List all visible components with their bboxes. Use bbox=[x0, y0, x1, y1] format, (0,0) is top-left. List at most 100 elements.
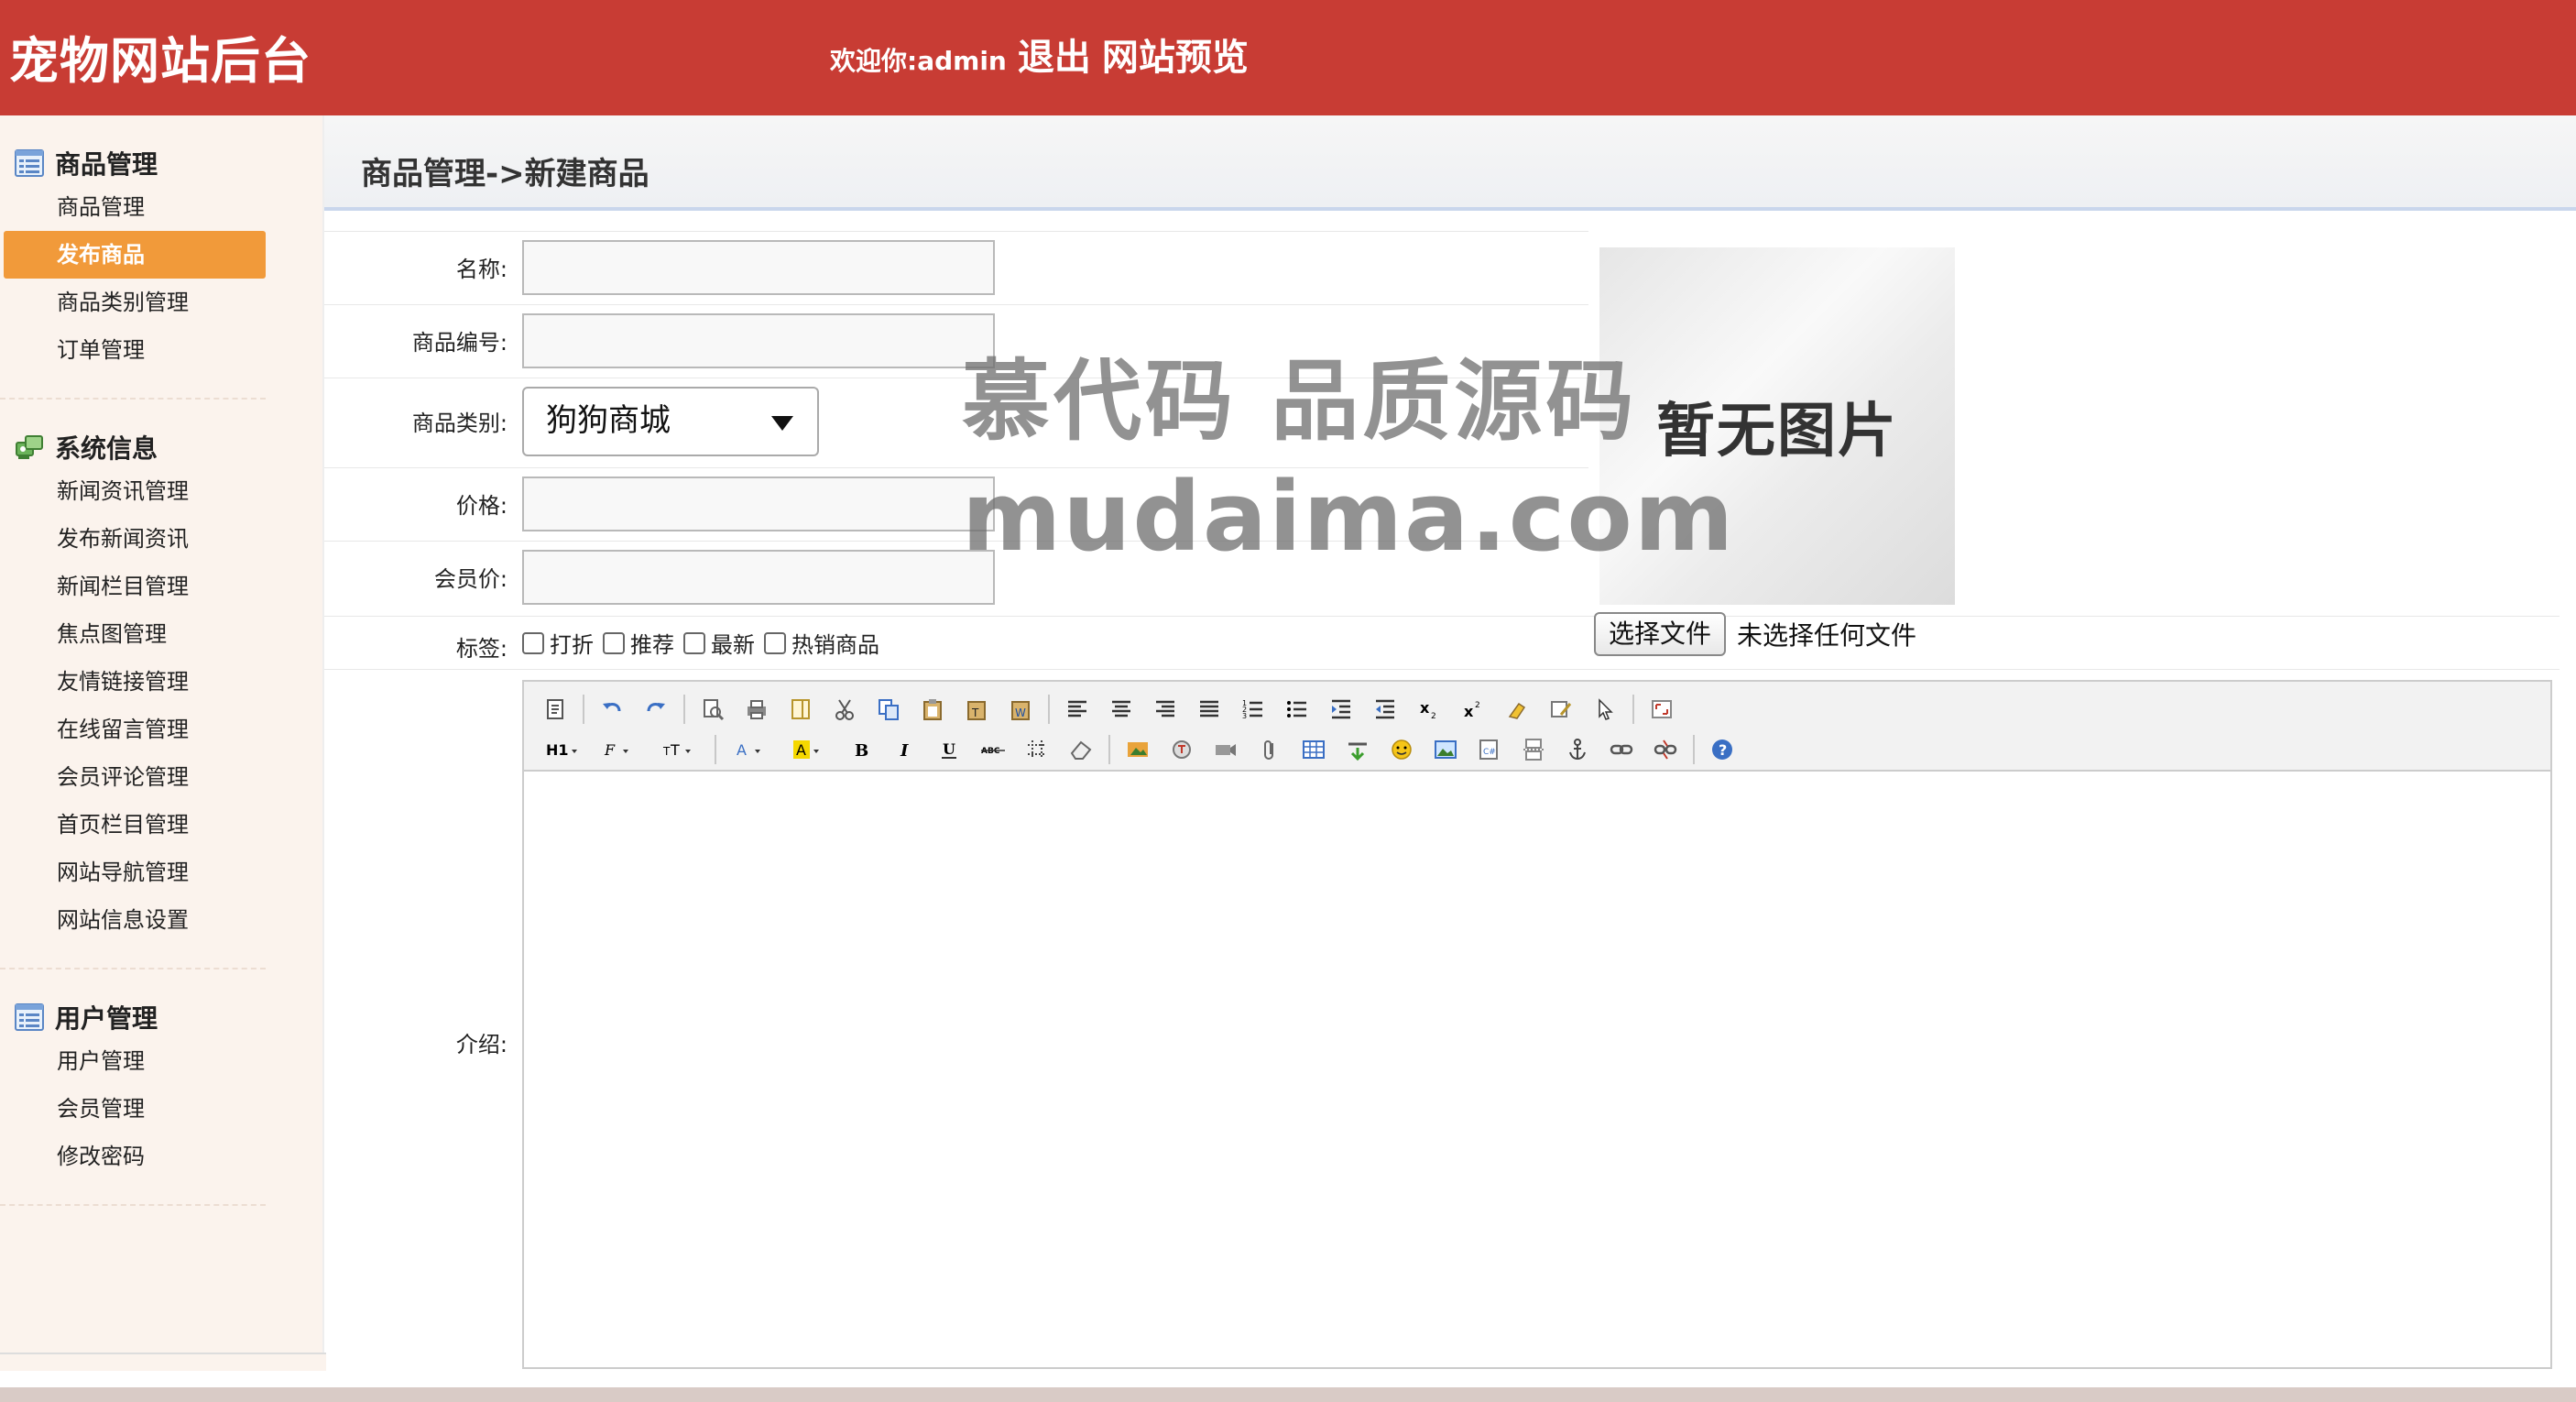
highlight-color-icon[interactable]: A bbox=[784, 732, 835, 767]
price-input[interactable] bbox=[522, 476, 995, 531]
attachment-icon[interactable] bbox=[1251, 732, 1288, 767]
sidebar-item-user-manage[interactable]: 用户管理 bbox=[0, 1037, 266, 1085]
superscript-icon[interactable]: x2 bbox=[1455, 692, 1491, 727]
category-selected-value: 狗狗商城 bbox=[546, 402, 671, 439]
sidebar-item-news-columns[interactable]: 新闻栏目管理 bbox=[0, 563, 266, 610]
format-painter-icon[interactable] bbox=[1543, 692, 1579, 727]
logout-link[interactable]: 退出 bbox=[1018, 27, 1091, 81]
product-code-input[interactable] bbox=[522, 313, 995, 368]
paste-text-icon[interactable]: T bbox=[958, 692, 995, 727]
tag-checkbox-discount[interactable] bbox=[522, 631, 544, 654]
sidebar-item-site-nav[interactable]: 网站导航管理 bbox=[0, 849, 266, 896]
menu-group-goods: 商品管理 商品管理 发布商品 商品类别管理 订单管理 bbox=[0, 115, 266, 400]
paste-word-icon[interactable]: W bbox=[1002, 692, 1039, 727]
category-select[interactable]: 狗狗商城 bbox=[522, 387, 819, 456]
paste-icon[interactable] bbox=[914, 692, 951, 727]
svg-text:ABC: ABC bbox=[981, 747, 1000, 756]
site-preview-link[interactable]: 网站预览 bbox=[1102, 27, 1249, 81]
cut-icon[interactable] bbox=[826, 692, 863, 727]
sidebar-item-change-password[interactable]: 修改密码 bbox=[0, 1133, 266, 1180]
svg-text:3: 3 bbox=[1242, 712, 1247, 720]
svg-text:F: F bbox=[604, 741, 616, 759]
anchor-icon[interactable] bbox=[1559, 732, 1596, 767]
unordered-list-icon[interactable] bbox=[1279, 692, 1315, 727]
flash-icon[interactable] bbox=[1163, 732, 1200, 767]
tag-label: 推荐 bbox=[630, 632, 674, 658]
font-color-icon[interactable]: A bbox=[726, 732, 777, 767]
font-family-icon[interactable]: F bbox=[595, 732, 647, 767]
underline-icon[interactable]: U bbox=[931, 732, 967, 767]
template-icon[interactable] bbox=[782, 692, 819, 727]
sidebar-item-messages[interactable]: 在线留言管理 bbox=[0, 706, 266, 753]
select-all-icon[interactable] bbox=[1587, 692, 1623, 727]
subscript-icon[interactable]: x2 bbox=[1411, 692, 1447, 727]
font-size-icon[interactable]: TT bbox=[654, 732, 705, 767]
eraser-icon[interactable] bbox=[1063, 732, 1099, 767]
table-icon[interactable] bbox=[1295, 732, 1332, 767]
sidebar-item-member-comments[interactable]: 会员评论管理 bbox=[0, 753, 266, 801]
row-divider bbox=[324, 467, 1588, 468]
copy-icon[interactable] bbox=[870, 692, 907, 727]
horizontal-rule-icon[interactable] bbox=[1019, 732, 1055, 767]
fullscreen-icon[interactable] bbox=[1643, 692, 1680, 727]
redo-icon[interactable] bbox=[638, 692, 674, 727]
emoticon-icon[interactable] bbox=[1383, 732, 1420, 767]
bold-icon[interactable]: B bbox=[843, 732, 879, 767]
align-right-icon[interactable] bbox=[1147, 692, 1184, 727]
sidebar-item-member-manage[interactable]: 会员管理 bbox=[0, 1085, 266, 1133]
tag-checkbox-recommend[interactable] bbox=[603, 631, 625, 654]
help-icon[interactable]: ? bbox=[1704, 732, 1741, 767]
sidebar-item-publish-news[interactable]: 发布新闻资讯 bbox=[0, 515, 266, 563]
heading-icon[interactable]: H1 bbox=[537, 732, 588, 767]
sidebar-item-publish-goods[interactable]: 发布商品 bbox=[4, 231, 266, 279]
align-center-icon[interactable] bbox=[1103, 692, 1140, 727]
ordered-list-icon[interactable]: 123 bbox=[1235, 692, 1272, 727]
menu-title-system: 系统信息 bbox=[0, 427, 266, 467]
source-icon[interactable] bbox=[537, 692, 573, 727]
strikethrough-icon[interactable]: ABC bbox=[975, 732, 1011, 767]
sidebar-item-goods-manage[interactable]: 商品管理 bbox=[0, 183, 266, 231]
menu-title-goods: 商品管理 bbox=[0, 143, 266, 183]
sidebar-item-site-settings[interactable]: 网站信息设置 bbox=[0, 896, 266, 944]
tag-checkbox-hot[interactable] bbox=[764, 631, 786, 654]
sidebar-item-goods-category[interactable]: 商品类别管理 bbox=[0, 279, 266, 326]
page-break-icon[interactable] bbox=[1515, 732, 1552, 767]
sidebar-item-home-columns[interactable]: 首页栏目管理 bbox=[0, 801, 266, 849]
sidebar-item-orders[interactable]: 订单管理 bbox=[0, 326, 266, 374]
tag-checkbox-newest[interactable] bbox=[683, 631, 705, 654]
preview-icon[interactable] bbox=[694, 692, 731, 727]
insert-row-icon[interactable] bbox=[1339, 732, 1376, 767]
name-input[interactable] bbox=[522, 240, 995, 295]
choose-file-button[interactable]: 选择文件 bbox=[1594, 612, 1727, 656]
top-header: 宠物网站后台 欢迎你:admin 退出 网站预览 bbox=[0, 0, 2576, 115]
image-upload-icon[interactable] bbox=[1119, 732, 1156, 767]
member-price-input[interactable] bbox=[522, 550, 995, 605]
indent-icon[interactable] bbox=[1323, 692, 1359, 727]
align-left-icon[interactable] bbox=[1059, 692, 1096, 727]
svg-text:A: A bbox=[737, 741, 747, 759]
no-image-placeholder: 暂无图片 bbox=[1656, 398, 1898, 466]
clear-format-icon[interactable] bbox=[1499, 692, 1535, 727]
sidebar-item-focus-images[interactable]: 焦点图管理 bbox=[0, 610, 266, 658]
sidebar-item-friend-links[interactable]: 友情链接管理 bbox=[0, 658, 266, 706]
undo-icon[interactable] bbox=[594, 692, 630, 727]
svg-text:?: ? bbox=[1719, 741, 1727, 759]
align-justify-icon[interactable] bbox=[1191, 692, 1228, 727]
menu-group-users: 用户管理 用户管理 会员管理 修改密码 bbox=[0, 969, 266, 1206]
image-icon[interactable] bbox=[1427, 732, 1464, 767]
product-code-label: 商品编号: bbox=[411, 330, 508, 356]
rich-text-editor: T W 123 x2 x2 H1 F TT A A B I U ABC C# ? bbox=[522, 680, 2552, 1369]
outdent-icon[interactable] bbox=[1367, 692, 1403, 727]
print-icon[interactable] bbox=[738, 692, 775, 727]
link-icon[interactable] bbox=[1603, 732, 1640, 767]
category-label: 商品类别: bbox=[411, 411, 508, 436]
editor-content-area[interactable] bbox=[524, 772, 2550, 1367]
italic-icon[interactable]: I bbox=[887, 732, 923, 767]
svg-text:I: I bbox=[900, 741, 909, 761]
sidebar-item-news-manage[interactable]: 新闻资讯管理 bbox=[0, 467, 266, 515]
unlink-icon[interactable] bbox=[1647, 732, 1684, 767]
code-icon[interactable]: C# bbox=[1471, 732, 1508, 767]
tag-label: 打折 bbox=[550, 632, 594, 658]
toolbar-separator bbox=[1048, 695, 1050, 724]
media-icon[interactable] bbox=[1207, 732, 1244, 767]
